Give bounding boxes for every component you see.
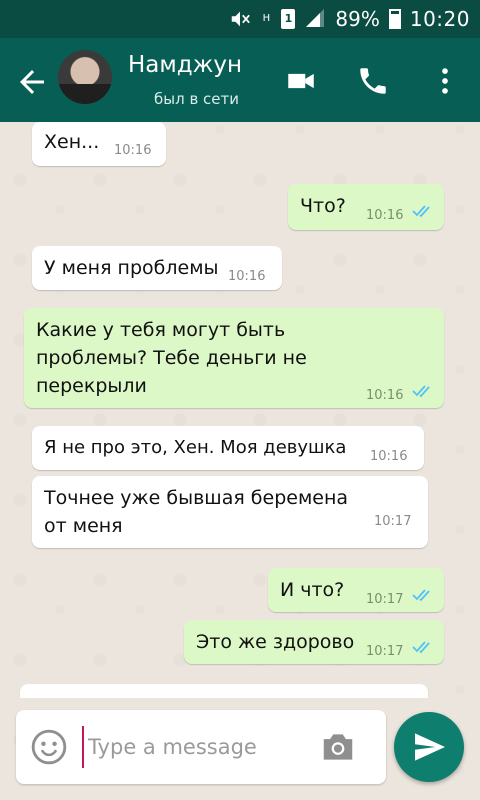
- camera-button[interactable]: [318, 728, 358, 766]
- message-input[interactable]: [82, 726, 298, 768]
- more-options-button[interactable]: [428, 64, 462, 98]
- network-type-indicator: H: [262, 13, 271, 24]
- message-time: 10:16: [366, 208, 404, 223]
- signal-icon: [304, 7, 326, 32]
- contact-name[interactable]: Намджун: [128, 52, 242, 78]
- message-time: 10:16: [228, 269, 266, 284]
- message-text: Это же здорово: [196, 631, 355, 653]
- avatar[interactable]: [58, 50, 112, 104]
- message-time: 10:17: [366, 592, 404, 607]
- more-vert-icon: [442, 68, 448, 94]
- mute-icon: [229, 8, 251, 30]
- clock: 10:20: [409, 7, 470, 31]
- message-time: 10:16: [370, 449, 408, 464]
- message-composer: [16, 710, 386, 784]
- double-check-icon: [412, 385, 430, 398]
- battery-percent: 89%: [335, 7, 380, 31]
- message-text: Что?: [300, 195, 346, 217]
- sim-indicator: 1: [281, 9, 296, 29]
- message-text-line: проблемы? Тебе деньги не: [36, 347, 307, 369]
- message-time: 10:16: [366, 388, 404, 403]
- message-bubble-incoming[interactable]: Я не про это, Хен. Моя девушка 10:16: [32, 426, 424, 470]
- contact-last-seen: был в сети: [154, 90, 240, 108]
- message-text-line: от меня: [44, 515, 123, 537]
- back-arrow-icon: [20, 70, 44, 94]
- double-check-icon: [412, 589, 430, 602]
- message-time: 10:17: [374, 514, 412, 529]
- message-bubble-outgoing[interactable]: Что? 10:16: [288, 184, 444, 230]
- voice-call-button[interactable]: [356, 64, 390, 98]
- battery-icon: [388, 9, 401, 29]
- message-list[interactable]: Хен... 10:16 Что? 10:16 У меня проблемы …: [0, 122, 480, 698]
- message-text: Хен...: [44, 131, 100, 153]
- message-time: 10:16: [114, 143, 152, 158]
- message-bubble-incoming[interactable]: У меня проблемы 10:16: [32, 246, 282, 290]
- double-check-icon: [412, 641, 430, 654]
- camera-icon: [323, 734, 353, 760]
- send-icon: [415, 733, 445, 761]
- message-bubble-incoming[interactable]: Точнее уже бывшая беремена от меня 10:17: [32, 476, 428, 548]
- message-bubble-outgoing[interactable]: Это же здорово 10:17: [184, 620, 444, 664]
- status-bar: H 1 89% 10:20: [0, 0, 480, 38]
- message-text-line: перекрыли: [36, 375, 147, 397]
- phone-icon: [360, 68, 386, 94]
- double-check-icon: [412, 205, 430, 218]
- message-text: У меня проблемы: [44, 257, 219, 279]
- emoji-icon: [31, 729, 67, 765]
- video-call-button[interactable]: [284, 64, 318, 98]
- message-time: 10:17: [366, 644, 404, 659]
- video-call-icon: [288, 73, 314, 89]
- message-text: Я не про это, Хен. Моя девушка: [44, 437, 347, 458]
- message-bubble-outgoing[interactable]: И что? 10:17: [268, 568, 444, 612]
- message-text-line: Какие у тебя могут быть: [36, 319, 286, 341]
- message-text: И что?: [280, 579, 345, 601]
- send-button[interactable]: [394, 712, 464, 782]
- message-bubble-incoming[interactable]: Хен... 10:16: [32, 122, 166, 166]
- message-bubble-partial[interactable]: [20, 684, 428, 698]
- back-button[interactable]: [14, 64, 50, 100]
- emoji-button[interactable]: [30, 728, 68, 766]
- chat-header: Намджун был в сети: [0, 38, 480, 122]
- message-bubble-outgoing[interactable]: Какие у тебя могут быть проблемы? Тебе д…: [24, 308, 444, 408]
- message-text-line: Точнее уже бывшая беремена: [44, 487, 349, 509]
